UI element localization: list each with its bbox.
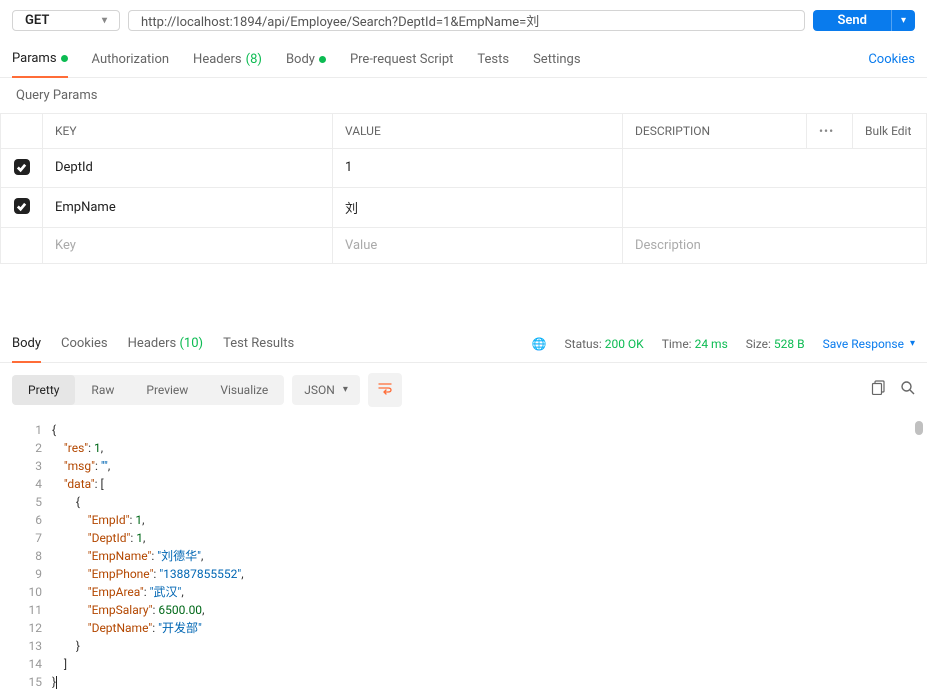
tab-settings[interactable]: Settings: [533, 42, 580, 77]
tab-headers[interactable]: Headers (8): [193, 42, 262, 77]
request-bar: GET ▾ http://localhost:1894/api/Employee…: [0, 0, 927, 41]
desc-cell[interactable]: [623, 187, 927, 227]
time-value: 24 ms: [695, 337, 728, 351]
key-cell[interactable]: DeptId: [43, 149, 333, 188]
method-select[interactable]: GET ▾: [12, 10, 120, 31]
time-block: Time: 24 ms: [662, 337, 728, 351]
wrap-button[interactable]: [368, 373, 402, 407]
resp-tab-headers[interactable]: Headers (10): [128, 326, 203, 361]
key-header: KEY: [43, 114, 333, 149]
view-tabs: Pretty Raw Preview Visualize JSON ▾: [0, 363, 927, 417]
dot-icon: [61, 55, 68, 62]
tab-authorization[interactable]: Authorization: [92, 42, 170, 77]
response-tabs: Body Cookies Headers (10) Test Results 🌐…: [0, 326, 927, 363]
time-label: Time:: [662, 337, 692, 351]
resp-tab-cookies[interactable]: Cookies: [61, 326, 108, 361]
value-header: VALUE: [333, 114, 623, 149]
tab-params[interactable]: Params: [12, 41, 68, 78]
view-right: [871, 380, 915, 399]
query-params-heading: Query Params: [0, 78, 927, 113]
chevron-down-icon: ▾: [343, 384, 348, 395]
line-wrap-icon: [378, 381, 392, 395]
chevron-down-icon: ▾: [910, 338, 915, 349]
table-row-new: Key Value Description: [1, 227, 927, 263]
checkbox-cell[interactable]: [1, 187, 43, 227]
checkbox-cell[interactable]: [1, 149, 43, 188]
tab-headers-label: Headers: [193, 52, 242, 67]
view-raw[interactable]: Raw: [75, 375, 130, 405]
table-row: EmpName 刘: [1, 187, 927, 227]
view-visualize[interactable]: Visualize: [204, 375, 284, 405]
size-label: Size:: [746, 337, 771, 351]
desc-input[interactable]: Description: [623, 227, 927, 263]
checkbox-icon: [14, 198, 30, 214]
response-meta: 🌐 Status: 200 OK Time: 24 ms Size: 528 B…: [532, 337, 915, 351]
scrollbar-thumb[interactable]: [915, 421, 923, 435]
tab-params-label: Params: [12, 51, 57, 66]
url-input[interactable]: http://localhost:1894/api/Employee/Searc…: [128, 10, 805, 31]
response-body[interactable]: 123456789101112131415 { "res": 1, "msg":…: [0, 417, 927, 695]
resp-tab-body[interactable]: Body: [12, 326, 41, 363]
status-value: 200 OK: [605, 337, 644, 351]
save-response-button[interactable]: Save Response ▾: [823, 337, 915, 351]
checkbox-icon: [14, 159, 30, 175]
chevron-down-icon: ▾: [102, 15, 107, 26]
tab-body[interactable]: Body: [286, 42, 326, 77]
tab-headers-count: (8): [246, 52, 262, 67]
params-table: KEY VALUE DESCRIPTION ••• Bulk Edit Dept…: [0, 113, 927, 264]
size-value: 528 B: [774, 337, 805, 351]
table-header-row: KEY VALUE DESCRIPTION ••• Bulk Edit: [1, 114, 927, 149]
status-block: Status: 200 OK: [565, 337, 644, 351]
tab-body-label: Body: [286, 52, 315, 67]
description-header: DESCRIPTION: [623, 114, 807, 149]
search-icon[interactable]: [900, 380, 915, 399]
save-response-label: Save Response: [823, 337, 904, 351]
spacer: [0, 264, 927, 326]
send-button[interactable]: Send: [813, 10, 891, 31]
method-label: GET: [25, 13, 49, 28]
view-pretty[interactable]: Pretty: [12, 375, 75, 405]
dot-icon: [319, 56, 326, 63]
resp-headers-count: (10): [179, 336, 203, 351]
tab-tests[interactable]: Tests: [477, 42, 509, 77]
value-cell[interactable]: 1: [333, 149, 623, 188]
url-text: http://localhost:1894/api/Employee/Searc…: [141, 11, 539, 30]
cookies-link[interactable]: Cookies: [868, 42, 915, 77]
value-cell[interactable]: 刘: [333, 187, 623, 227]
value-input[interactable]: Value: [333, 227, 623, 263]
request-tabs: Params Authorization Headers (8) Body Pr…: [0, 41, 927, 78]
desc-cell[interactable]: [623, 149, 927, 188]
code-content: { "res": 1, "msg": "", "data": [ { "EmpI…: [52, 417, 927, 695]
globe-icon[interactable]: 🌐: [532, 337, 547, 351]
checkbox-header: [1, 114, 43, 149]
view-preview[interactable]: Preview: [130, 375, 204, 405]
send-button-group: Send ▾: [813, 10, 915, 31]
status-label: Status:: [565, 337, 602, 351]
copy-icon[interactable]: [871, 380, 886, 399]
tab-prerequest[interactable]: Pre-request Script: [350, 42, 453, 77]
key-cell[interactable]: EmpName: [43, 187, 333, 227]
send-dropdown[interactable]: ▾: [891, 10, 915, 31]
key-input[interactable]: Key: [43, 227, 333, 263]
more-header[interactable]: •••: [807, 114, 853, 149]
format-label: JSON: [304, 383, 335, 397]
checkbox-cell-empty: [1, 227, 43, 263]
size-block: Size: 528 B: [746, 337, 805, 351]
more-icon: •••: [819, 124, 834, 138]
view-group: Pretty Raw Preview Visualize: [12, 375, 284, 405]
line-gutter: 123456789101112131415: [0, 417, 52, 695]
bulk-edit-button[interactable]: Bulk Edit: [853, 114, 927, 149]
resp-tab-testresults[interactable]: Test Results: [223, 326, 294, 361]
format-select[interactable]: JSON ▾: [292, 375, 360, 405]
table-row: DeptId 1: [1, 149, 927, 188]
resp-headers-label: Headers: [128, 336, 177, 351]
